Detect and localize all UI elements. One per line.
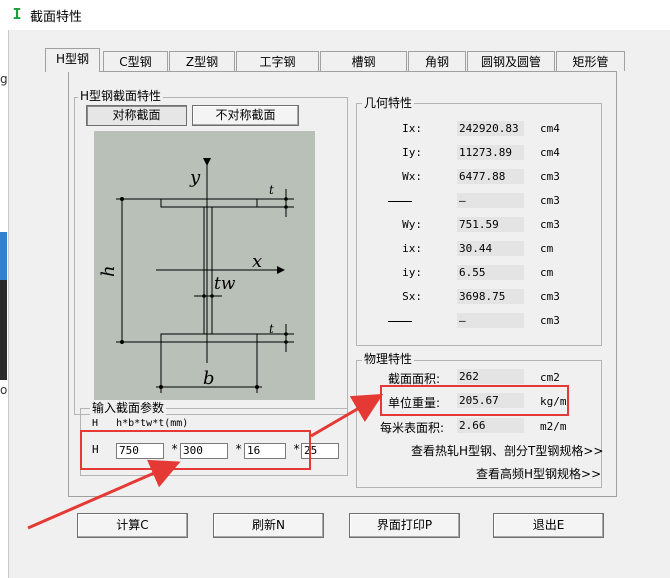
tab-h-steel[interactable]: H型钢 — [45, 48, 100, 72]
red-arrow-to-inputs — [27, 459, 181, 530]
red-arrow-to-weight — [310, 393, 384, 438]
annotation-overlay — [27, 393, 384, 530]
